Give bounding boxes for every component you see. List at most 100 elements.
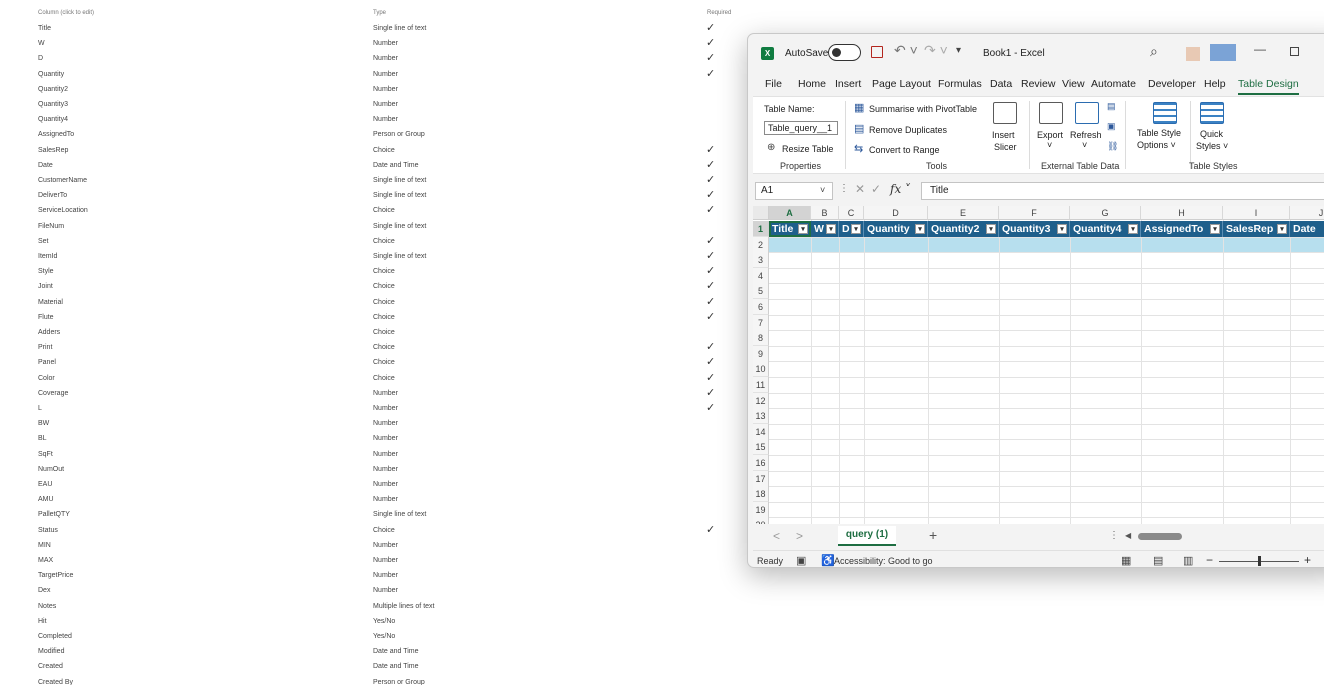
list-item[interactable]: BL Number <box>0 435 740 450</box>
worksheet-grid[interactable]: ABCDEFGHIJ123456789101112131415161718192… <box>753 206 1324 524</box>
table-header-cell[interactable]: SalesRep ▾ <box>1223 221 1290 237</box>
summarise-pivot-button[interactable]: Summarise with PivotTable <box>869 104 977 114</box>
column-name[interactable]: Created By <box>38 679 73 685</box>
column-name[interactable]: AMU <box>38 496 54 503</box>
minimize-icon[interactable]: — <box>1254 42 1266 56</box>
table-name-input[interactable]: Table_query__1 <box>764 121 838 135</box>
row-header-1[interactable]: 1 <box>753 221 769 237</box>
open-browser-icon[interactable]: ▣ <box>1107 121 1116 132</box>
filter-dropdown-icon[interactable]: ▾ <box>1210 224 1220 234</box>
resize-table-button[interactable]: Resize Table <box>782 144 833 154</box>
refresh-dropdown-icon[interactable]: ˅ <box>1082 140 1087 150</box>
column-name[interactable]: Color <box>38 375 55 382</box>
insert-function-icon[interactable]: fx ˅ <box>890 182 911 196</box>
column-name[interactable]: NumOut <box>38 466 64 473</box>
column-header-f[interactable]: F <box>999 206 1070 220</box>
row-header-13[interactable]: 13 <box>753 408 769 425</box>
filter-dropdown-icon[interactable]: ▾ <box>1128 224 1138 234</box>
column-header-e[interactable]: E <box>928 206 999 220</box>
normal-view-icon[interactable]: ▦ <box>1121 554 1131 567</box>
add-sheet-icon[interactable]: + <box>929 527 937 543</box>
column-name[interactable]: MAX <box>38 557 53 564</box>
row-header-8[interactable]: 8 <box>753 330 769 347</box>
list-item[interactable]: Coverage Number ✓ <box>0 387 740 405</box>
list-item[interactable]: Joint Choice ✓ <box>0 280 740 298</box>
column-name[interactable]: TargetPrice <box>38 572 73 579</box>
column-name[interactable]: L <box>38 405 42 412</box>
column-name[interactable]: Quantity <box>38 71 64 78</box>
list-item[interactable]: TargetPrice Number <box>0 572 740 587</box>
column-name[interactable]: Adders <box>38 329 60 336</box>
chevron-down-icon[interactable]: ˅ <box>820 185 825 195</box>
search-icon[interactable]: ⌕ <box>1150 43 1158 60</box>
insert-slicer-label-1[interactable]: Insert <box>992 130 1015 140</box>
list-item[interactable]: FileNum Single line of text <box>0 223 740 238</box>
macro-recording-icon[interactable]: ▣ <box>796 554 806 567</box>
column-name[interactable]: Quantity4 <box>38 116 68 123</box>
row-header-6[interactable]: 6 <box>753 299 769 315</box>
column-name[interactable]: FileNum <box>38 223 64 230</box>
list-item[interactable]: MAX Number <box>0 557 740 572</box>
list-item[interactable]: Notes Multiple lines of text <box>0 603 740 618</box>
row-header-11[interactable]: 11 <box>753 377 769 393</box>
column-header-i[interactable]: I <box>1223 206 1290 220</box>
list-item[interactable]: SqFt Number <box>0 451 740 466</box>
row-header-9[interactable]: 9 <box>753 345 769 362</box>
filter-dropdown-icon[interactable]: ▾ <box>915 224 925 234</box>
list-item[interactable]: AssignedTo Person or Group <box>0 131 740 146</box>
customize-toolbar-icon[interactable]: ▾ <box>956 45 961 56</box>
filter-dropdown-icon[interactable]: ▾ <box>826 224 836 234</box>
column-name[interactable]: Dex <box>38 587 50 594</box>
accessibility-icon[interactable]: ♿ <box>821 554 835 567</box>
zoom-in-icon[interactable]: + <box>1304 553 1311 567</box>
column-name[interactable]: Title <box>38 25 51 32</box>
table-header-cell[interactable]: W ▾ <box>811 221 839 237</box>
column-name[interactable]: PalletQTY <box>38 511 70 518</box>
horizontal-scrollbar[interactable] <box>1138 533 1182 540</box>
column-name[interactable]: W <box>38 40 45 47</box>
row-header-19[interactable]: 19 <box>753 501 769 518</box>
column-name[interactable]: Coverage <box>38 390 68 397</box>
row-header-16[interactable]: 16 <box>753 455 769 471</box>
tab-insert[interactable]: Insert <box>835 78 861 90</box>
properties-icon[interactable]: ▤ <box>1107 101 1116 112</box>
column-name[interactable]: Notes <box>38 603 56 610</box>
column-header-a[interactable]: A <box>769 206 811 220</box>
column-name[interactable]: Set <box>38 238 49 245</box>
list-item[interactable]: Created By Person or Group <box>0 679 740 685</box>
refresh-button[interactable]: Refresh <box>1070 130 1102 140</box>
tab-table-design[interactable]: Table Design <box>1238 78 1299 95</box>
list-item[interactable]: W Number ✓ <box>0 37 740 55</box>
table-header-cell[interactable]: Quantity2 ▾ <box>928 221 999 237</box>
table-header-cell[interactable]: Quantity ▾ <box>864 221 928 237</box>
unlink-icon[interactable]: ⛓ <box>1107 141 1118 152</box>
row-header-2[interactable]: 2 <box>753 236 769 253</box>
autosave-toggle[interactable] <box>828 44 861 61</box>
row-header-7[interactable]: 7 <box>753 314 769 331</box>
column-name[interactable]: Quantity2 <box>38 86 68 93</box>
table-style-options-label-1[interactable]: Table Style <box>1137 128 1181 138</box>
list-item[interactable]: Color Choice ✓ <box>0 372 740 390</box>
table-header-cell[interactable]: AssignedTo ▾ <box>1141 221 1223 237</box>
export-dropdown-icon[interactable]: ˅ <box>1047 140 1052 150</box>
sheet-next-icon[interactable]: > <box>796 529 803 543</box>
column-header-b[interactable]: B <box>811 206 839 220</box>
tab-view[interactable]: View <box>1062 78 1085 90</box>
row-header-12[interactable]: 12 <box>753 392 769 409</box>
select-all-corner[interactable] <box>753 206 769 220</box>
tab-data[interactable]: Data <box>990 78 1012 90</box>
list-item[interactable]: EAU Number <box>0 481 740 496</box>
column-name[interactable]: Modified <box>38 648 64 655</box>
column-name[interactable]: D <box>38 55 43 62</box>
tab-formulas[interactable]: Formulas <box>938 78 982 90</box>
list-item[interactable]: Style Choice ✓ <box>0 265 740 283</box>
enter-icon[interactable]: ✓ <box>871 182 881 196</box>
cancel-icon[interactable]: ✕ <box>855 182 865 196</box>
formula-input[interactable]: Title <box>921 182 1324 200</box>
list-item[interactable]: Quantity3 Number <box>0 101 740 116</box>
column-name[interactable]: Hit <box>38 618 47 625</box>
table-insert-row[interactable] <box>769 238 1324 253</box>
sheet-tab[interactable]: query (1) <box>838 526 896 546</box>
filter-dropdown-icon[interactable]: ▾ <box>851 224 861 234</box>
row-header-18[interactable]: 18 <box>753 486 769 503</box>
